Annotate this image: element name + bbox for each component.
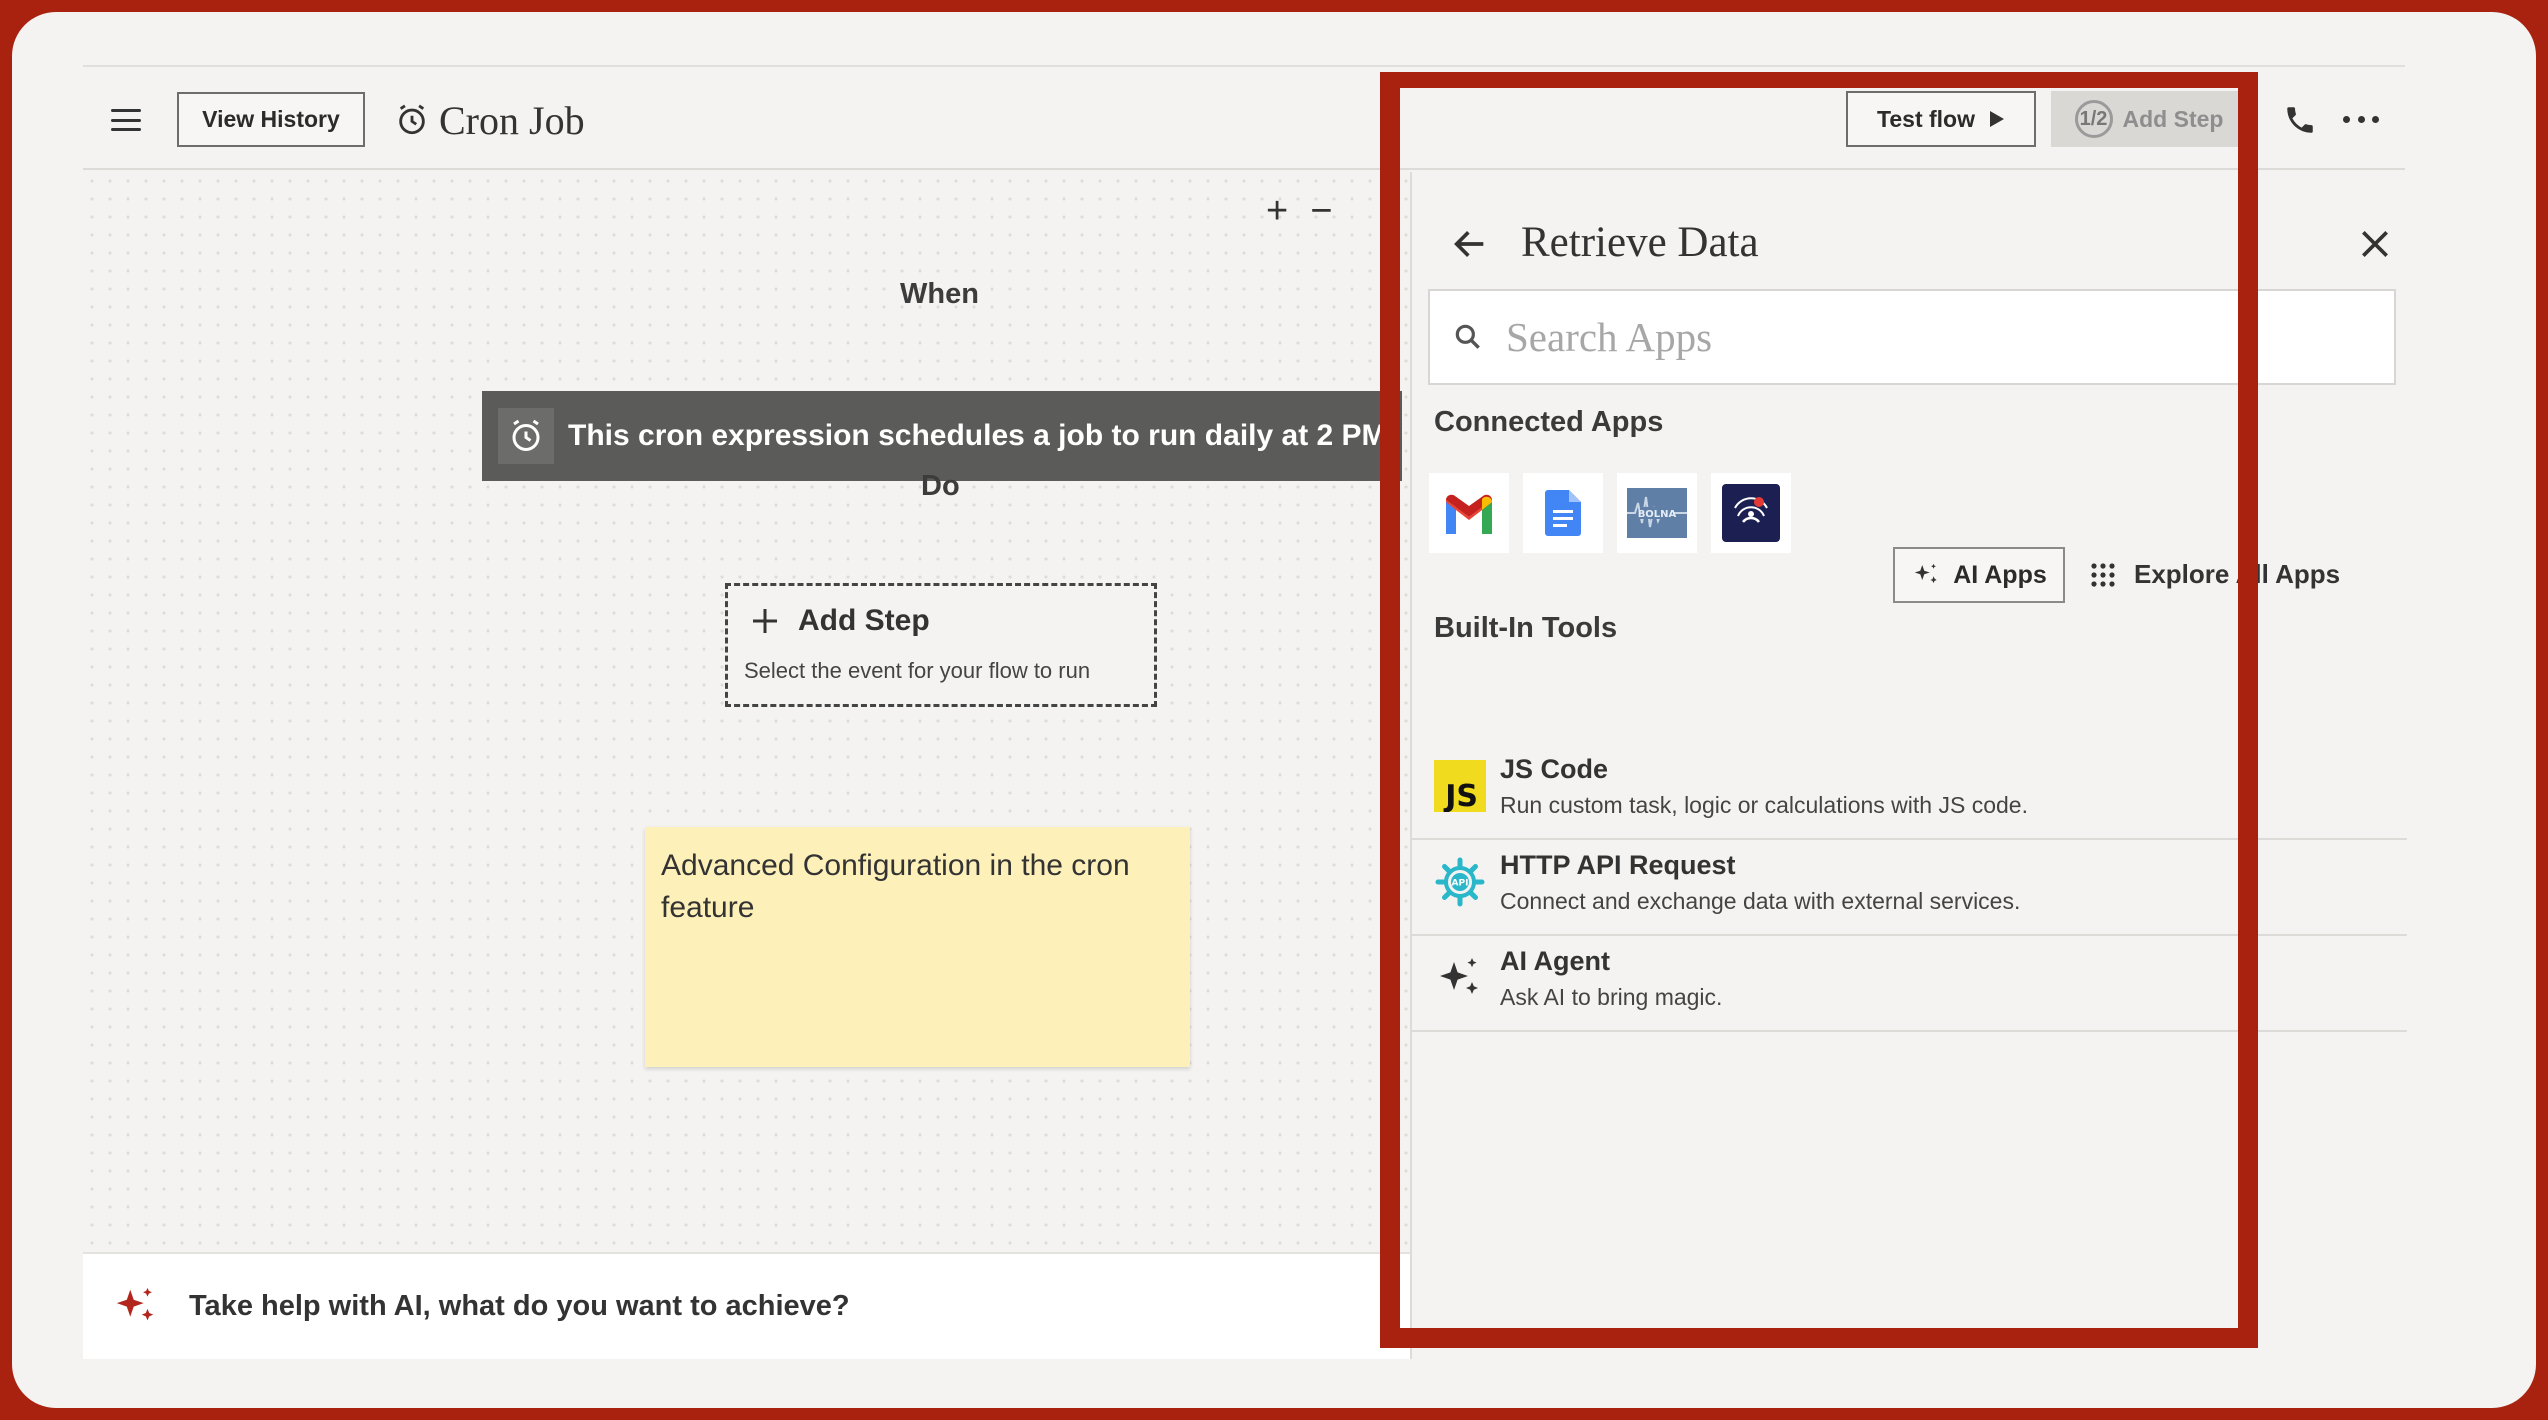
js-icon: JS bbox=[1434, 760, 1486, 812]
plus-icon bbox=[753, 609, 777, 633]
add-step-header-label: Add Step bbox=[2122, 105, 2224, 132]
tool-http-api-request[interactable]: API HTTP API Request Connect and exchang… bbox=[1412, 840, 2407, 936]
app-window: View History Cron Job Test flow 1/2 Add … bbox=[83, 65, 2407, 1359]
svg-text:JS: JS bbox=[1443, 779, 1478, 812]
trigger-card[interactable]: This cron expression schedules a job to … bbox=[482, 391, 1402, 481]
add-step-placeholder[interactable]: Add Step Select the event for your flow … bbox=[725, 583, 1157, 707]
step-counter-badge: 1/2 bbox=[2074, 100, 2113, 138]
search-input[interactable] bbox=[1506, 313, 2366, 361]
menu-icon[interactable] bbox=[111, 109, 141, 131]
google-docs-app-tile[interactable] bbox=[1523, 473, 1603, 553]
connected-apps-heading: Connected Apps bbox=[1434, 406, 1664, 438]
tool-name: JS Code bbox=[1500, 754, 1609, 784]
gmail-icon bbox=[1446, 494, 1492, 534]
add-step-title-text: Add Step bbox=[798, 604, 930, 637]
alarm-icon-box bbox=[498, 408, 554, 464]
trigger-text: This cron expression schedules a job to … bbox=[568, 419, 1395, 452]
more-options-icon[interactable] bbox=[2343, 113, 2379, 125]
tool-name: AI Agent bbox=[1500, 946, 1610, 976]
alarm-clock-icon bbox=[512, 419, 540, 451]
ai-apps-label: AI Apps bbox=[1953, 560, 2047, 589]
sparkle-icon bbox=[1434, 952, 1486, 1004]
bolna-icon: BOLNA bbox=[1627, 488, 1687, 538]
ai-help-bar[interactable]: Take help with AI, what do you want to a… bbox=[83, 1252, 1410, 1359]
when-label: When bbox=[900, 278, 979, 310]
back-arrow-icon[interactable] bbox=[1450, 224, 1490, 264]
add-step-title: Add Step bbox=[750, 604, 930, 638]
ai-sparkle-icon bbox=[1914, 563, 1937, 584]
tool-description: Ask AI to bring magic. bbox=[1500, 984, 1723, 1010]
gmail-app-tile[interactable] bbox=[1429, 473, 1509, 553]
retrieve-data-panel: Retrieve Data Connected Apps bbox=[1410, 172, 2407, 1359]
flow-canvas[interactable]: + − When This cron expression schedules … bbox=[83, 172, 1410, 1252]
api-gear-icon: API bbox=[1435, 857, 1485, 907]
phone-icon[interactable] bbox=[2283, 103, 2317, 137]
tool-js-code[interactable]: JS JS Code Run custom task, logic or cal… bbox=[1412, 744, 2407, 840]
zoom-out-icon[interactable]: − bbox=[1310, 192, 1332, 230]
tool-description: Connect and exchange data with external … bbox=[1500, 888, 2021, 914]
sticky-note[interactable]: Advanced Configuration in the cron featu… bbox=[645, 827, 1190, 1067]
search-box[interactable] bbox=[1428, 289, 2396, 385]
test-flow-label: Test flow bbox=[1877, 105, 1975, 132]
search-icon bbox=[1455, 324, 1480, 349]
ai-help-prompt: Take help with AI, what do you want to a… bbox=[189, 1290, 850, 1322]
explore-all-apps-label: Explore All Apps bbox=[2134, 559, 2341, 589]
bolna-app-tile[interactable]: BOLNA bbox=[1617, 473, 1697, 553]
sparkle-icon bbox=[116, 1287, 154, 1320]
zoom-in-icon[interactable]: + bbox=[1266, 192, 1288, 230]
top-bar: View History Cron Job Test flow 1/2 Add … bbox=[83, 67, 2405, 170]
play-icon bbox=[1989, 111, 2004, 127]
zoom-controls: + − bbox=[1266, 192, 1332, 230]
tool-ai-agent[interactable]: AI Agent Ask AI to bring magic. bbox=[1412, 936, 2407, 1032]
do-label: Do bbox=[921, 470, 960, 502]
title-group: Cron Job bbox=[395, 95, 585, 145]
panel-title: Retrieve Data bbox=[1521, 219, 1759, 266]
built-in-tools-heading: Built-In Tools bbox=[1434, 612, 1618, 644]
notification-app-icon bbox=[1722, 484, 1780, 542]
test-flow-button[interactable]: Test flow bbox=[1846, 91, 2036, 147]
explore-all-apps-link[interactable]: Explore All Apps bbox=[2090, 559, 2340, 590]
page-title: Cron Job bbox=[439, 97, 585, 143]
alarm-clock-icon bbox=[399, 104, 425, 135]
add-step-header-button[interactable]: 1/2 Add Step bbox=[2051, 91, 2247, 147]
svg-text:API: API bbox=[1452, 879, 1469, 889]
close-icon[interactable] bbox=[2355, 224, 2395, 264]
svg-text:BOLNA: BOLNA bbox=[1638, 509, 1677, 520]
tool-description: Run custom task, logic or calculations w… bbox=[1500, 792, 2028, 818]
notification-app-tile[interactable] bbox=[1711, 473, 1791, 553]
ai-apps-button[interactable]: AI Apps bbox=[1893, 547, 2065, 603]
add-step-subtitle: Select the event for your flow to run bbox=[744, 658, 1091, 683]
grid-icon bbox=[2091, 562, 2115, 587]
view-history-button[interactable]: View History bbox=[177, 92, 365, 147]
google-docs-icon bbox=[1545, 490, 1581, 536]
tool-name: HTTP API Request bbox=[1500, 850, 1736, 880]
